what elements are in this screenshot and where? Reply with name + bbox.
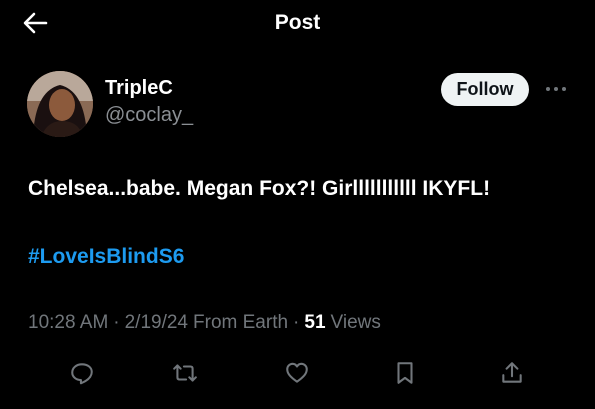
hashtag-link[interactable]: #LoveIsBlindS6: [28, 245, 184, 269]
avatar[interactable]: [27, 71, 93, 137]
post-meta: 10:28 AM · 2/19/24 From Earth · 51 Views: [28, 312, 381, 334]
views-label: Views: [330, 312, 381, 333]
follow-button[interactable]: Follow: [441, 73, 529, 106]
top-bar: Post: [0, 0, 595, 48]
arrow-left-icon: [23, 12, 48, 34]
profile-photo: [27, 71, 93, 137]
view-count: 51: [304, 312, 326, 333]
more-options-button[interactable]: [542, 80, 570, 98]
share-button[interactable]: [497, 358, 527, 388]
post-source: From Earth: [193, 312, 289, 333]
author-display-name[interactable]: TripleC: [105, 77, 173, 100]
reply-icon: [71, 363, 93, 385]
post-date[interactable]: 2/19/24: [125, 312, 188, 334]
bookmark-button[interactable]: [390, 358, 420, 388]
like-button[interactable]: [282, 358, 312, 388]
bookmark-icon: [397, 362, 413, 384]
post-time[interactable]: 10:28 AM: [28, 312, 108, 334]
post-text: Chelsea...babe. Megan Fox?! Girlllllllll…: [28, 177, 491, 200]
meta-separator: ·: [293, 312, 300, 333]
back-button[interactable]: [18, 8, 52, 38]
share-icon: [502, 362, 522, 383]
page-title: Post: [274, 11, 321, 34]
meta-separator: ·: [113, 312, 120, 333]
like-icon: [286, 362, 308, 383]
ellipsis-icon: [546, 87, 566, 91]
action-bar: [0, 352, 595, 392]
post-page: Post TripleC @coclay_ Follow Chelsea...b…: [0, 0, 595, 409]
repost-button[interactable]: [170, 358, 200, 388]
author-handle: @coclay_: [105, 104, 194, 126]
repost-icon: [173, 364, 197, 382]
reply-button[interactable]: [67, 358, 97, 388]
